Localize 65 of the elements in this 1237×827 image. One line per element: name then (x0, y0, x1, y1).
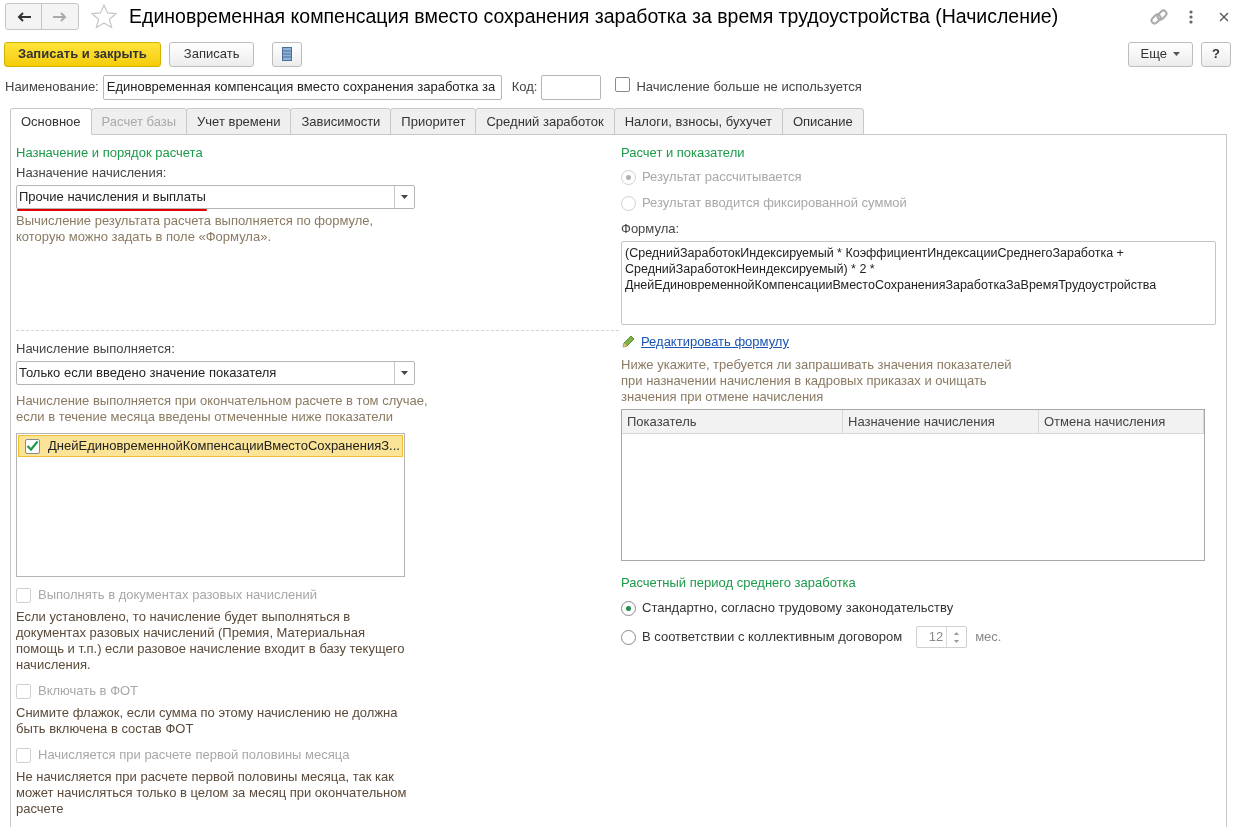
window-title: Единовременная компенсация вместо сохранения заработка за время трудоустройства (Начисление) (129, 3, 1059, 29)
months-spinner[interactable]: 12 (916, 626, 968, 648)
column-header[interactable]: Отмена начисления (1039, 410, 1204, 433)
formula-field[interactable]: (СреднийЗаработокИндексируемый * КоэффициентИндексацииСреднегоЗаработка + СреднийЗаработокНеиндексируемый) * 2 * ДнейЕдиновременнойКомпенсацииВместоСохраненияЗаработкаЗаВремяТрудоустройства (621, 241, 1216, 325)
field-label: Начисление выполняется: (16, 341, 176, 357)
execution-dropdown[interactable]: Только если введено значение показателя (16, 361, 415, 385)
spin-down-icon[interactable] (954, 639, 960, 643)
list-view-button[interactable] (272, 41, 303, 67)
checkbox-label: Начисляется при расчете первой половины месяца (38, 746, 350, 765)
dropdown-caret-icon (401, 371, 408, 375)
more-options-icon[interactable] (1189, 9, 1193, 24)
column-header[interactable]: Показатель (622, 410, 843, 433)
hint-text: Вычисление результата расчета выполняется по формуле, которую можно задать в поле «Формула». (16, 213, 375, 245)
tab[interactable]: Средний заработок (475, 108, 615, 135)
back-arrow-icon (16, 11, 31, 22)
save-button[interactable]: Записать (168, 41, 255, 67)
code-label: Код: (511, 78, 538, 97)
help-button[interactable]: ? (1201, 41, 1231, 67)
radio-button[interactable] (621, 600, 636, 616)
indicator-name: ДнейЕдиновременнойКомпенсацииВместоСохраненияЗ... (48, 437, 400, 456)
more-button[interactable]: Еще (1127, 41, 1193, 67)
field-label: Формула: (621, 221, 681, 237)
link-icon[interactable] (1149, 6, 1169, 27)
close-icon[interactable] (1219, 11, 1229, 22)
tab[interactable]: Приоритет (390, 108, 477, 135)
caret-icon (1173, 52, 1180, 56)
name-label: Наименование: (5, 78, 99, 97)
code-field[interactable] (541, 74, 602, 100)
hint-text: Не начисляется при расчете первой половины месяца, так как может начисляться только в целом за месяц при окончательном расчете (16, 769, 408, 817)
checkbox-label: Выполнять в документах разовых начислений (38, 586, 318, 605)
tab[interactable]: Учет времени (186, 108, 292, 135)
tab[interactable]: Налоги, взносы, бухучет (613, 108, 783, 135)
checkbox[interactable] (615, 76, 631, 92)
section-title: Расчетный период среднего заработка (621, 575, 857, 591)
radio-label: Результат вводится фиксированной суммой (642, 194, 907, 213)
indicator-row[interactable]: ДнейЕдиновременнойКомпенсацииВместоСохраненияЗ... (18, 435, 403, 457)
hint-text: Снимите флажок, если сумма по этому начислению не должна быть включена в состав ФОТ (16, 705, 399, 737)
list-icon (282, 47, 293, 61)
pencil-icon (621, 335, 635, 349)
radio-button[interactable] (621, 629, 636, 645)
star-icon[interactable] (91, 4, 117, 29)
tab[interactable]: Основное (10, 108, 92, 135)
checkbox-label: Включать в ФОТ (38, 682, 139, 701)
save-and-close-button[interactable]: Записать и закрыть (4, 41, 161, 67)
checkbox[interactable] (25, 438, 40, 454)
section-title: Расчет и показатели (621, 145, 746, 161)
radio-label: В соответствии с коллективным договором (642, 628, 903, 647)
checkbox-label: Начисление больше не используется (636, 78, 862, 97)
name-field[interactable]: Единовременная компенсация вместо сохранения заработка за (102, 74, 502, 100)
column-header[interactable]: Назначение начисления (843, 410, 1039, 433)
radio-label: Результат рассчитывается (642, 168, 802, 187)
forward-arrow-icon (53, 11, 67, 22)
section-title: Назначение и порядок расчета (16, 145, 204, 161)
hint-text: Ниже укажите, требуется ли запрашивать значения показателей при назначении начисления в кадровых приказах и очищать значения при отмене начисления (621, 357, 1013, 405)
tab[interactable]: Описание (781, 108, 864, 135)
months-unit: мес. (975, 628, 1002, 647)
tab[interactable]: Зависимости (290, 108, 392, 135)
purpose-dropdown[interactable]: Прочие начисления и выплаты (16, 185, 415, 209)
field-label: Назначение начисления: (16, 165, 168, 181)
edit-formula-link[interactable]: Редактировать формулу (641, 332, 789, 352)
spin-up-icon[interactable] (954, 631, 960, 635)
hint-text: Если установлено, то начисление будет выполняться в документах разовых начислений (Премия, Материальная помощь и т.п.) если разовое начисление входит в базу текущего начисления. (16, 609, 406, 673)
hint-text: Начисление выполняется при окончательном расчете в том случае, если в течение месяца введены отмеченные ниже показатели (16, 393, 429, 425)
dropdown-caret-icon (401, 195, 408, 199)
radio-label: Стандартно, согласно трудовому законодательству (642, 599, 954, 618)
